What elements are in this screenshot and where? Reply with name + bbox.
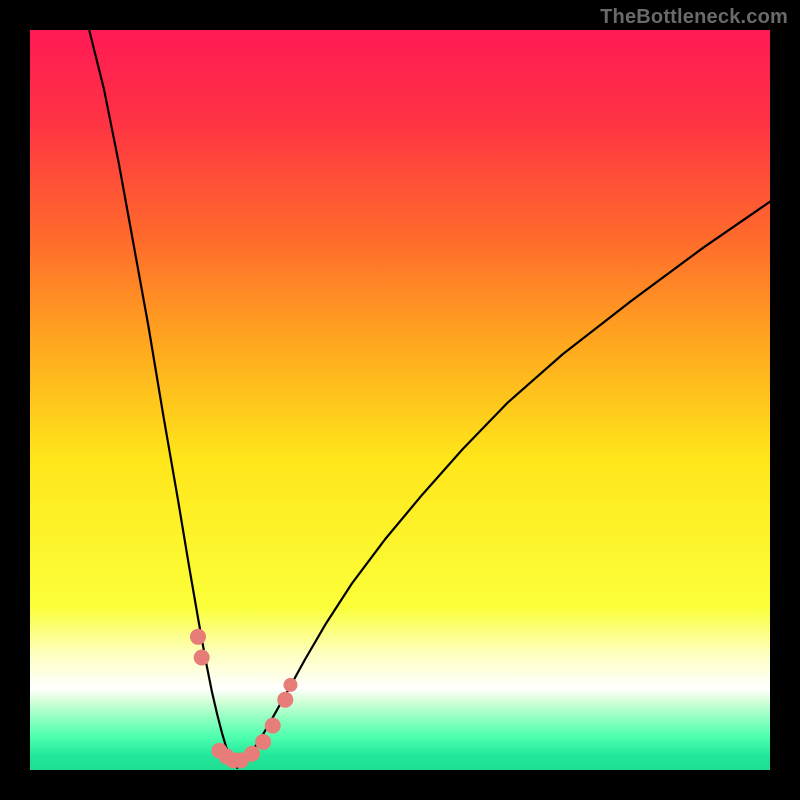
outer-frame: TheBottleneck.com (0, 0, 800, 800)
gradient-background (30, 30, 770, 770)
data-marker (277, 692, 293, 708)
data-marker (190, 629, 206, 645)
data-marker (244, 746, 260, 762)
chart-svg (30, 30, 770, 770)
data-marker (265, 718, 281, 734)
data-marker (283, 678, 297, 692)
plot-area (30, 30, 770, 770)
data-marker (194, 650, 210, 666)
data-marker (255, 734, 271, 750)
watermark-text: TheBottleneck.com (600, 6, 788, 29)
